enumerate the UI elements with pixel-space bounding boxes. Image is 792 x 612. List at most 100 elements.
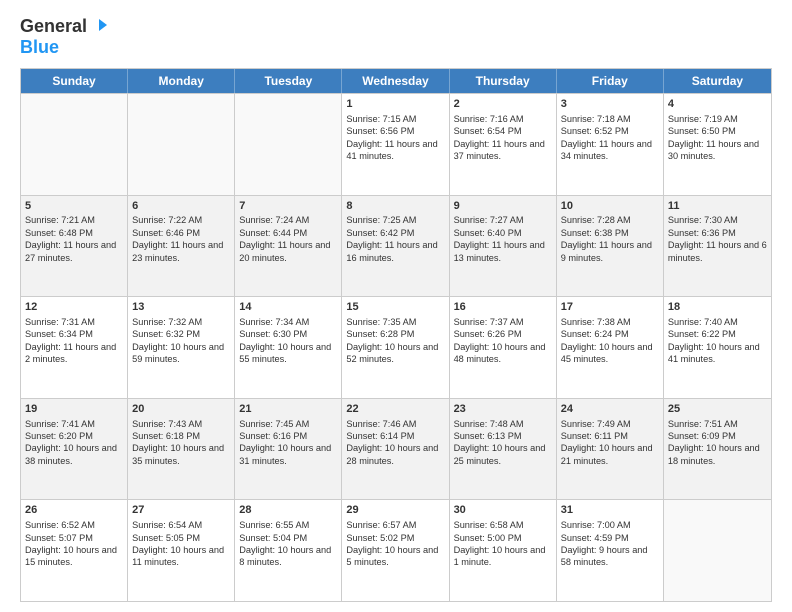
day-number: 18 xyxy=(668,300,767,315)
day-cell-empty-0-2 xyxy=(235,94,342,195)
day-cell-14: 14Sunrise: 7:34 AM Sunset: 6:30 PM Dayli… xyxy=(235,297,342,398)
day-cell-31: 31Sunrise: 7:00 AM Sunset: 4:59 PM Dayli… xyxy=(557,500,664,601)
calendar: SundayMondayTuesdayWednesdayThursdayFrid… xyxy=(20,68,772,602)
day-header-sunday: Sunday xyxy=(21,69,128,93)
day-info-text: Sunrise: 7:38 AM Sunset: 6:24 PM Dayligh… xyxy=(561,316,659,366)
day-info-text: Sunrise: 7:51 AM Sunset: 6:09 PM Dayligh… xyxy=(668,418,767,468)
day-info-text: Sunrise: 7:35 AM Sunset: 6:28 PM Dayligh… xyxy=(346,316,444,366)
day-info-text: Sunrise: 7:49 AM Sunset: 6:11 PM Dayligh… xyxy=(561,418,659,468)
day-header-wednesday: Wednesday xyxy=(342,69,449,93)
day-cell-25: 25Sunrise: 7:51 AM Sunset: 6:09 PM Dayli… xyxy=(664,399,771,500)
day-cell-empty-0-0 xyxy=(21,94,128,195)
day-cell-6: 6Sunrise: 7:22 AM Sunset: 6:46 PM Daylig… xyxy=(128,196,235,297)
logo-general-text: General xyxy=(20,16,87,37)
day-number: 8 xyxy=(346,199,444,214)
day-info-text: Sunrise: 7:46 AM Sunset: 6:14 PM Dayligh… xyxy=(346,418,444,468)
day-info-text: Sunrise: 7:48 AM Sunset: 6:13 PM Dayligh… xyxy=(454,418,552,468)
day-number: 6 xyxy=(132,199,230,214)
day-number: 24 xyxy=(561,402,659,417)
day-header-tuesday: Tuesday xyxy=(235,69,342,93)
logo-flag-icon xyxy=(89,17,109,37)
day-header-thursday: Thursday xyxy=(450,69,557,93)
day-info-text: Sunrise: 7:31 AM Sunset: 6:34 PM Dayligh… xyxy=(25,316,123,366)
day-number: 11 xyxy=(668,199,767,214)
day-cell-29: 29Sunrise: 6:57 AM Sunset: 5:02 PM Dayli… xyxy=(342,500,449,601)
day-info-text: Sunrise: 7:30 AM Sunset: 6:36 PM Dayligh… xyxy=(668,214,767,264)
day-number: 13 xyxy=(132,300,230,315)
day-cell-30: 30Sunrise: 6:58 AM Sunset: 5:00 PM Dayli… xyxy=(450,500,557,601)
day-info-text: Sunrise: 7:41 AM Sunset: 6:20 PM Dayligh… xyxy=(25,418,123,468)
logo: General Blue xyxy=(20,16,109,58)
day-header-monday: Monday xyxy=(128,69,235,93)
day-info-text: Sunrise: 7:43 AM Sunset: 6:18 PM Dayligh… xyxy=(132,418,230,468)
day-cell-13: 13Sunrise: 7:32 AM Sunset: 6:32 PM Dayli… xyxy=(128,297,235,398)
day-info-text: Sunrise: 7:16 AM Sunset: 6:54 PM Dayligh… xyxy=(454,113,552,163)
day-cell-21: 21Sunrise: 7:45 AM Sunset: 6:16 PM Dayli… xyxy=(235,399,342,500)
day-info-text: Sunrise: 6:55 AM Sunset: 5:04 PM Dayligh… xyxy=(239,519,337,569)
day-cell-4: 4Sunrise: 7:19 AM Sunset: 6:50 PM Daylig… xyxy=(664,94,771,195)
day-cell-27: 27Sunrise: 6:54 AM Sunset: 5:05 PM Dayli… xyxy=(128,500,235,601)
week-row-1: 1Sunrise: 7:15 AM Sunset: 6:56 PM Daylig… xyxy=(21,93,771,195)
day-cell-empty-4-6 xyxy=(664,500,771,601)
day-cell-15: 15Sunrise: 7:35 AM Sunset: 6:28 PM Dayli… xyxy=(342,297,449,398)
day-info-text: Sunrise: 7:34 AM Sunset: 6:30 PM Dayligh… xyxy=(239,316,337,366)
day-cell-20: 20Sunrise: 7:43 AM Sunset: 6:18 PM Dayli… xyxy=(128,399,235,500)
week-row-2: 5Sunrise: 7:21 AM Sunset: 6:48 PM Daylig… xyxy=(21,195,771,297)
day-cell-11: 11Sunrise: 7:30 AM Sunset: 6:36 PM Dayli… xyxy=(664,196,771,297)
day-number: 21 xyxy=(239,402,337,417)
week-row-5: 26Sunrise: 6:52 AM Sunset: 5:07 PM Dayli… xyxy=(21,499,771,601)
day-info-text: Sunrise: 7:40 AM Sunset: 6:22 PM Dayligh… xyxy=(668,316,767,366)
week-row-3: 12Sunrise: 7:31 AM Sunset: 6:34 PM Dayli… xyxy=(21,296,771,398)
day-number: 15 xyxy=(346,300,444,315)
day-cell-8: 8Sunrise: 7:25 AM Sunset: 6:42 PM Daylig… xyxy=(342,196,449,297)
logo-blue-text: Blue xyxy=(20,37,59,57)
day-headers: SundayMondayTuesdayWednesdayThursdayFrid… xyxy=(21,69,771,93)
day-header-saturday: Saturday xyxy=(664,69,771,93)
day-info-text: Sunrise: 7:37 AM Sunset: 6:26 PM Dayligh… xyxy=(454,316,552,366)
day-number: 17 xyxy=(561,300,659,315)
day-cell-empty-0-1 xyxy=(128,94,235,195)
day-cell-19: 19Sunrise: 7:41 AM Sunset: 6:20 PM Dayli… xyxy=(21,399,128,500)
day-info-text: Sunrise: 7:45 AM Sunset: 6:16 PM Dayligh… xyxy=(239,418,337,468)
day-info-text: Sunrise: 7:18 AM Sunset: 6:52 PM Dayligh… xyxy=(561,113,659,163)
day-number: 4 xyxy=(668,97,767,112)
day-number: 1 xyxy=(346,97,444,112)
day-cell-28: 28Sunrise: 6:55 AM Sunset: 5:04 PM Dayli… xyxy=(235,500,342,601)
day-number: 3 xyxy=(561,97,659,112)
day-number: 9 xyxy=(454,199,552,214)
day-number: 19 xyxy=(25,402,123,417)
day-number: 30 xyxy=(454,503,552,518)
day-cell-5: 5Sunrise: 7:21 AM Sunset: 6:48 PM Daylig… xyxy=(21,196,128,297)
day-info-text: Sunrise: 6:54 AM Sunset: 5:05 PM Dayligh… xyxy=(132,519,230,569)
day-info-text: Sunrise: 7:28 AM Sunset: 6:38 PM Dayligh… xyxy=(561,214,659,264)
day-info-text: Sunrise: 7:00 AM Sunset: 4:59 PM Dayligh… xyxy=(561,519,659,569)
day-info-text: Sunrise: 6:57 AM Sunset: 5:02 PM Dayligh… xyxy=(346,519,444,569)
day-cell-16: 16Sunrise: 7:37 AM Sunset: 6:26 PM Dayli… xyxy=(450,297,557,398)
day-info-text: Sunrise: 7:19 AM Sunset: 6:50 PM Dayligh… xyxy=(668,113,767,163)
day-info-text: Sunrise: 6:58 AM Sunset: 5:00 PM Dayligh… xyxy=(454,519,552,569)
day-number: 23 xyxy=(454,402,552,417)
day-cell-23: 23Sunrise: 7:48 AM Sunset: 6:13 PM Dayli… xyxy=(450,399,557,500)
day-info-text: Sunrise: 7:21 AM Sunset: 6:48 PM Dayligh… xyxy=(25,214,123,264)
day-cell-3: 3Sunrise: 7:18 AM Sunset: 6:52 PM Daylig… xyxy=(557,94,664,195)
day-cell-10: 10Sunrise: 7:28 AM Sunset: 6:38 PM Dayli… xyxy=(557,196,664,297)
day-number: 20 xyxy=(132,402,230,417)
day-number: 26 xyxy=(25,503,123,518)
day-number: 22 xyxy=(346,402,444,417)
header: General Blue xyxy=(20,16,772,58)
day-number: 2 xyxy=(454,97,552,112)
day-info-text: Sunrise: 7:24 AM Sunset: 6:44 PM Dayligh… xyxy=(239,214,337,264)
day-cell-9: 9Sunrise: 7:27 AM Sunset: 6:40 PM Daylig… xyxy=(450,196,557,297)
day-cell-2: 2Sunrise: 7:16 AM Sunset: 6:54 PM Daylig… xyxy=(450,94,557,195)
day-number: 10 xyxy=(561,199,659,214)
day-cell-22: 22Sunrise: 7:46 AM Sunset: 6:14 PM Dayli… xyxy=(342,399,449,500)
day-number: 5 xyxy=(25,199,123,214)
day-cell-1: 1Sunrise: 7:15 AM Sunset: 6:56 PM Daylig… xyxy=(342,94,449,195)
day-number: 25 xyxy=(668,402,767,417)
day-cell-26: 26Sunrise: 6:52 AM Sunset: 5:07 PM Dayli… xyxy=(21,500,128,601)
day-number: 31 xyxy=(561,503,659,518)
day-info-text: Sunrise: 7:22 AM Sunset: 6:46 PM Dayligh… xyxy=(132,214,230,264)
day-number: 7 xyxy=(239,199,337,214)
day-info-text: Sunrise: 7:25 AM Sunset: 6:42 PM Dayligh… xyxy=(346,214,444,264)
day-info-text: Sunrise: 7:32 AM Sunset: 6:32 PM Dayligh… xyxy=(132,316,230,366)
